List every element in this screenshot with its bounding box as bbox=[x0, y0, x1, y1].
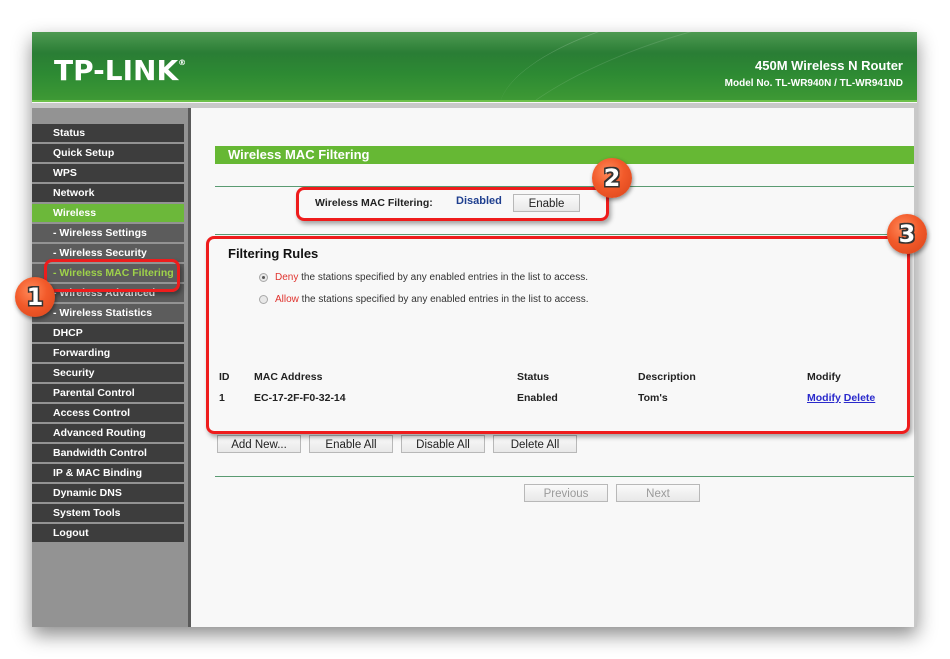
sidebar-item-access-control[interactable]: Access Control bbox=[32, 404, 184, 422]
add-new-button[interactable]: Add New... bbox=[217, 435, 301, 453]
sidebar-item-wireless-settings[interactable]: - Wireless Settings bbox=[32, 224, 184, 242]
sidebar-item-logout[interactable]: Logout bbox=[32, 524, 184, 542]
sidebar-item-security[interactable]: Security bbox=[32, 364, 184, 382]
sidebar-item-wps[interactable]: WPS bbox=[32, 164, 184, 182]
page-title: Wireless MAC Filtering bbox=[215, 146, 915, 164]
header-accent-line bbox=[32, 100, 917, 102]
highlight-filtering-rules bbox=[206, 236, 910, 434]
header-banner: TP-LINK® 450M Wireless N Router Model No… bbox=[32, 32, 917, 102]
sidebar-item-system-tools[interactable]: System Tools bbox=[32, 504, 184, 522]
divider bbox=[215, 476, 915, 477]
step-badge-2: 2 bbox=[592, 158, 632, 198]
sidebar-item-dynamic-dns[interactable]: Dynamic DNS bbox=[32, 484, 184, 502]
next-button[interactable]: Next bbox=[616, 484, 700, 502]
tp-link-logo: TP-LINK® bbox=[54, 54, 186, 87]
sidebar-item-forwarding[interactable]: Forwarding bbox=[32, 344, 184, 362]
highlight-filter-status bbox=[296, 187, 609, 221]
logo-text: TP-LINK bbox=[54, 54, 179, 87]
sidebar-item-advanced-routing[interactable]: Advanced Routing bbox=[32, 424, 184, 442]
registered-mark: ® bbox=[178, 58, 187, 67]
highlight-mac-filtering-menu bbox=[44, 259, 180, 292]
scrollbar-edge bbox=[914, 108, 917, 627]
model-number: Model No. TL-WR940N / TL-WR941ND bbox=[724, 78, 903, 89]
sidebar-item-status[interactable]: Status bbox=[32, 124, 184, 142]
sidebar: Status Quick Setup WPS Network Wireless - Wir… bbox=[32, 108, 191, 627]
step-badge-3: 3 bbox=[887, 214, 927, 254]
enable-all-button[interactable]: Enable All bbox=[309, 435, 393, 453]
sidebar-item-ip-and-mac-binding[interactable]: IP & MAC Binding bbox=[32, 464, 184, 482]
disable-all-button[interactable]: Disable All bbox=[401, 435, 485, 453]
divider bbox=[215, 234, 915, 235]
delete-all-button[interactable]: Delete All bbox=[493, 435, 577, 453]
step-badge-1: 1 bbox=[15, 277, 55, 317]
sidebar-menu: Status Quick Setup WPS Network Wireless - Wir… bbox=[32, 124, 184, 544]
sidebar-item-quick-setup[interactable]: Quick Setup bbox=[32, 144, 184, 162]
product-name: 450M Wireless N Router bbox=[755, 58, 903, 73]
sidebar-item-wireless[interactable]: Wireless bbox=[32, 204, 184, 222]
previous-button[interactable]: Previous bbox=[524, 484, 608, 502]
sidebar-item-bandwidth-control[interactable]: Bandwidth Control bbox=[32, 444, 184, 462]
sidebar-item-dhcp[interactable]: DHCP bbox=[32, 324, 184, 342]
sidebar-item-parental-control[interactable]: Parental Control bbox=[32, 384, 184, 402]
sidebar-item-wireless-statistics[interactable]: - Wireless Statistics bbox=[32, 304, 184, 322]
sidebar-item-network[interactable]: Network bbox=[32, 184, 184, 202]
